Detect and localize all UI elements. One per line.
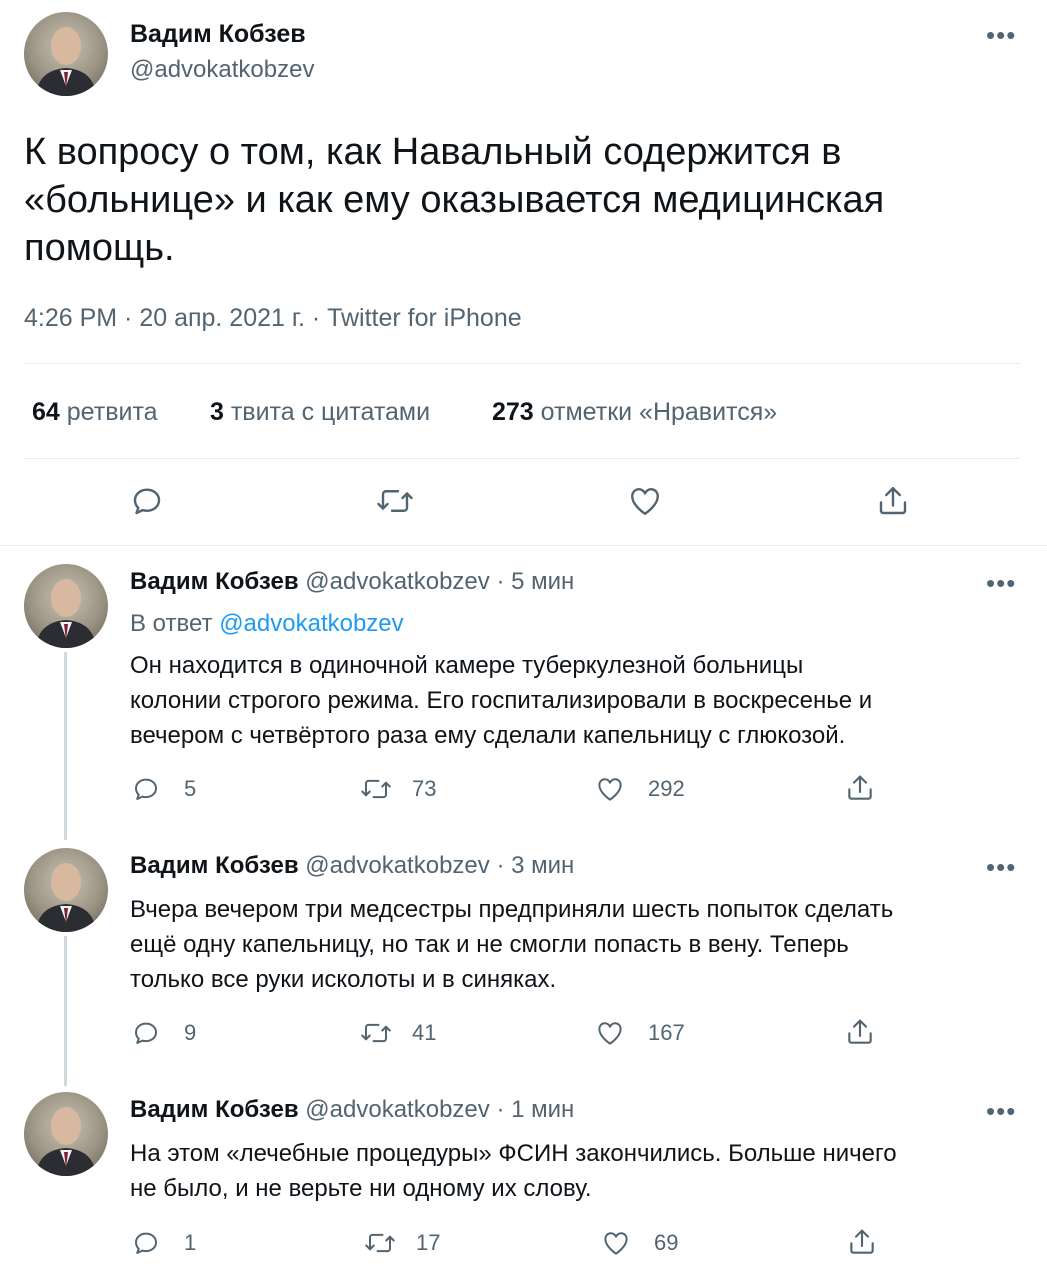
divider (24, 363, 1020, 364)
tweet-text-line: только все руки исколоты и в синяках. (130, 966, 557, 993)
retweet-button[interactable]: 17 (362, 1228, 440, 1258)
more-horizontal-icon[interactable]: ••• (986, 854, 1016, 880)
reply-icon (135, 778, 157, 800)
author-handle[interactable]: @advokatkobzev (305, 568, 489, 595)
like-icon (598, 1022, 622, 1045)
like-button[interactable]: 292 (594, 774, 685, 804)
likes-count: 273 (492, 398, 534, 426)
tweet-text-line: «больнице» и как ему оказывается медицин… (24, 179, 885, 221)
retweet-icon (361, 779, 391, 799)
retweet-button[interactable]: 41 (358, 1018, 436, 1048)
like-icon (598, 778, 622, 801)
avatar[interactable] (24, 564, 108, 648)
avatar-photo (36, 579, 96, 648)
share-icon (850, 1229, 874, 1254)
share-button[interactable] (844, 772, 876, 809)
tweet-text-line: К вопросу о том, как Навальный содержитс… (24, 131, 842, 173)
share-icon[interactable] (874, 483, 912, 524)
tweet-text-line: ещё одну капельницу, но так и не смогли … (130, 931, 849, 958)
tweet-text-line: На этом «лечебные процедуры» ФСИН законч… (130, 1140, 897, 1167)
like-count: 69 (654, 1230, 679, 1255)
reply-header: Вадим Кобзев @advokatkobzev · 5 мин (130, 568, 574, 596)
author-name[interactable]: Вадим Кобзев (130, 852, 299, 879)
tweet-text-line: колонии строгого режима. Его госпитализи… (130, 687, 873, 714)
author-name[interactable]: Вадим Кобзев (130, 20, 306, 49)
thread-line (64, 652, 67, 840)
retweet-count: 73 (412, 776, 437, 801)
avatar-photo (36, 27, 96, 96)
avatar[interactable] (24, 1092, 108, 1176)
author-handle[interactable]: @advokatkobzev (305, 852, 489, 879)
tweet-text-line: Он находится в одиночной камере туберкул… (130, 652, 804, 679)
retweets-count: 64 (32, 398, 60, 426)
quotes-label: твита с цитатами (230, 398, 431, 426)
divider (24, 458, 1020, 459)
avatar[interactable] (24, 12, 108, 96)
tweet-text: Вчера вечером три медсестры предприняли … (130, 892, 1030, 997)
reply-icon (135, 1022, 157, 1044)
reply-to-prefix: В ответ (130, 610, 213, 637)
retweet-icon[interactable] (374, 483, 416, 524)
avatar-photo (36, 863, 96, 932)
like-count: 292 (648, 776, 685, 801)
like-button[interactable]: 167 (594, 1018, 685, 1048)
avatar-photo (36, 1107, 96, 1176)
share-button[interactable] (844, 1016, 876, 1053)
like-icon (604, 1232, 628, 1255)
retweets-stat[interactable]: 64 ретвита (32, 398, 158, 427)
reply-to-handle[interactable]: @advokatkobzev (219, 610, 403, 637)
retweet-count: 41 (412, 1020, 437, 1045)
reply-button[interactable]: 5 (130, 774, 196, 804)
tweet-text: К вопросу о том, как Навальный содержитс… (24, 128, 1024, 272)
reply-to: В ответ @advokatkobzev (130, 610, 404, 638)
reply-icon (135, 1232, 157, 1254)
more-horizontal-icon[interactable]: ••• (986, 22, 1016, 48)
tweet-text: На этом «лечебные процедуры» ФСИН законч… (130, 1136, 1030, 1206)
reply-header: Вадим Кобзев @advokatkobzev · 3 мин (130, 852, 574, 880)
reply-button[interactable]: 9 (130, 1018, 196, 1048)
tweet-text-line: вечером с четвёртого раза ему сделали ка… (130, 722, 846, 749)
reply-count: 9 (184, 1020, 197, 1045)
likes-stat[interactable]: 273 отметки «Нравится» (492, 398, 777, 427)
share-icon (848, 775, 872, 800)
quotes-count: 3 (210, 398, 224, 426)
retweet-icon (365, 1233, 395, 1253)
reply-count: 1 (184, 1230, 197, 1255)
quotes-stat[interactable]: 3 твита с цитатами (210, 398, 430, 427)
avatar[interactable] (24, 848, 108, 932)
likes-label: отметки «Нравится» (540, 398, 778, 426)
like-icon[interactable] (626, 483, 664, 524)
author-name[interactable]: Вадим Кобзев (130, 568, 299, 595)
like-count: 167 (648, 1020, 685, 1045)
divider (0, 545, 1047, 546)
tweet-time[interactable]: · 5 мин (496, 568, 574, 595)
tweet-meta[interactable]: 4:26 PM · 20 апр. 2021 г. · Twitter for … (24, 304, 522, 333)
retweet-icon (361, 1023, 391, 1043)
reply-icon[interactable] (128, 483, 166, 524)
tweet-text-line: помощь. (24, 227, 175, 269)
share-icon (848, 1019, 872, 1044)
retweets-label: ретвита (66, 398, 158, 426)
author-handle[interactable]: @advokatkobzev (305, 1096, 489, 1123)
author-name[interactable]: Вадим Кобзев (130, 1096, 299, 1123)
thread-line (64, 936, 67, 1086)
reply-button[interactable]: 1 (130, 1228, 196, 1258)
more-horizontal-icon[interactable]: ••• (986, 1098, 1016, 1124)
more-horizontal-icon[interactable]: ••• (986, 570, 1016, 596)
retweet-count: 17 (416, 1230, 441, 1255)
reply-header: Вадим Кобзев @advokatkobzev · 1 мин (130, 1096, 574, 1124)
tweet-time[interactable]: · 3 мин (496, 852, 574, 879)
tweet-text: Он находится в одиночной камере туберкул… (130, 648, 1030, 753)
tweet-time[interactable]: · 1 мин (496, 1096, 574, 1123)
retweet-button[interactable]: 73 (358, 774, 436, 804)
share-button[interactable] (846, 1226, 878, 1263)
author-handle[interactable]: @advokatkobzev (130, 56, 314, 84)
tweet-text-line: Вчера вечером три медсестры предприняли … (130, 896, 894, 923)
tweet-text-line: не было, и не верьте ни одному их слову. (130, 1175, 592, 1202)
reply-count: 5 (184, 776, 197, 801)
like-button[interactable]: 69 (600, 1228, 678, 1258)
